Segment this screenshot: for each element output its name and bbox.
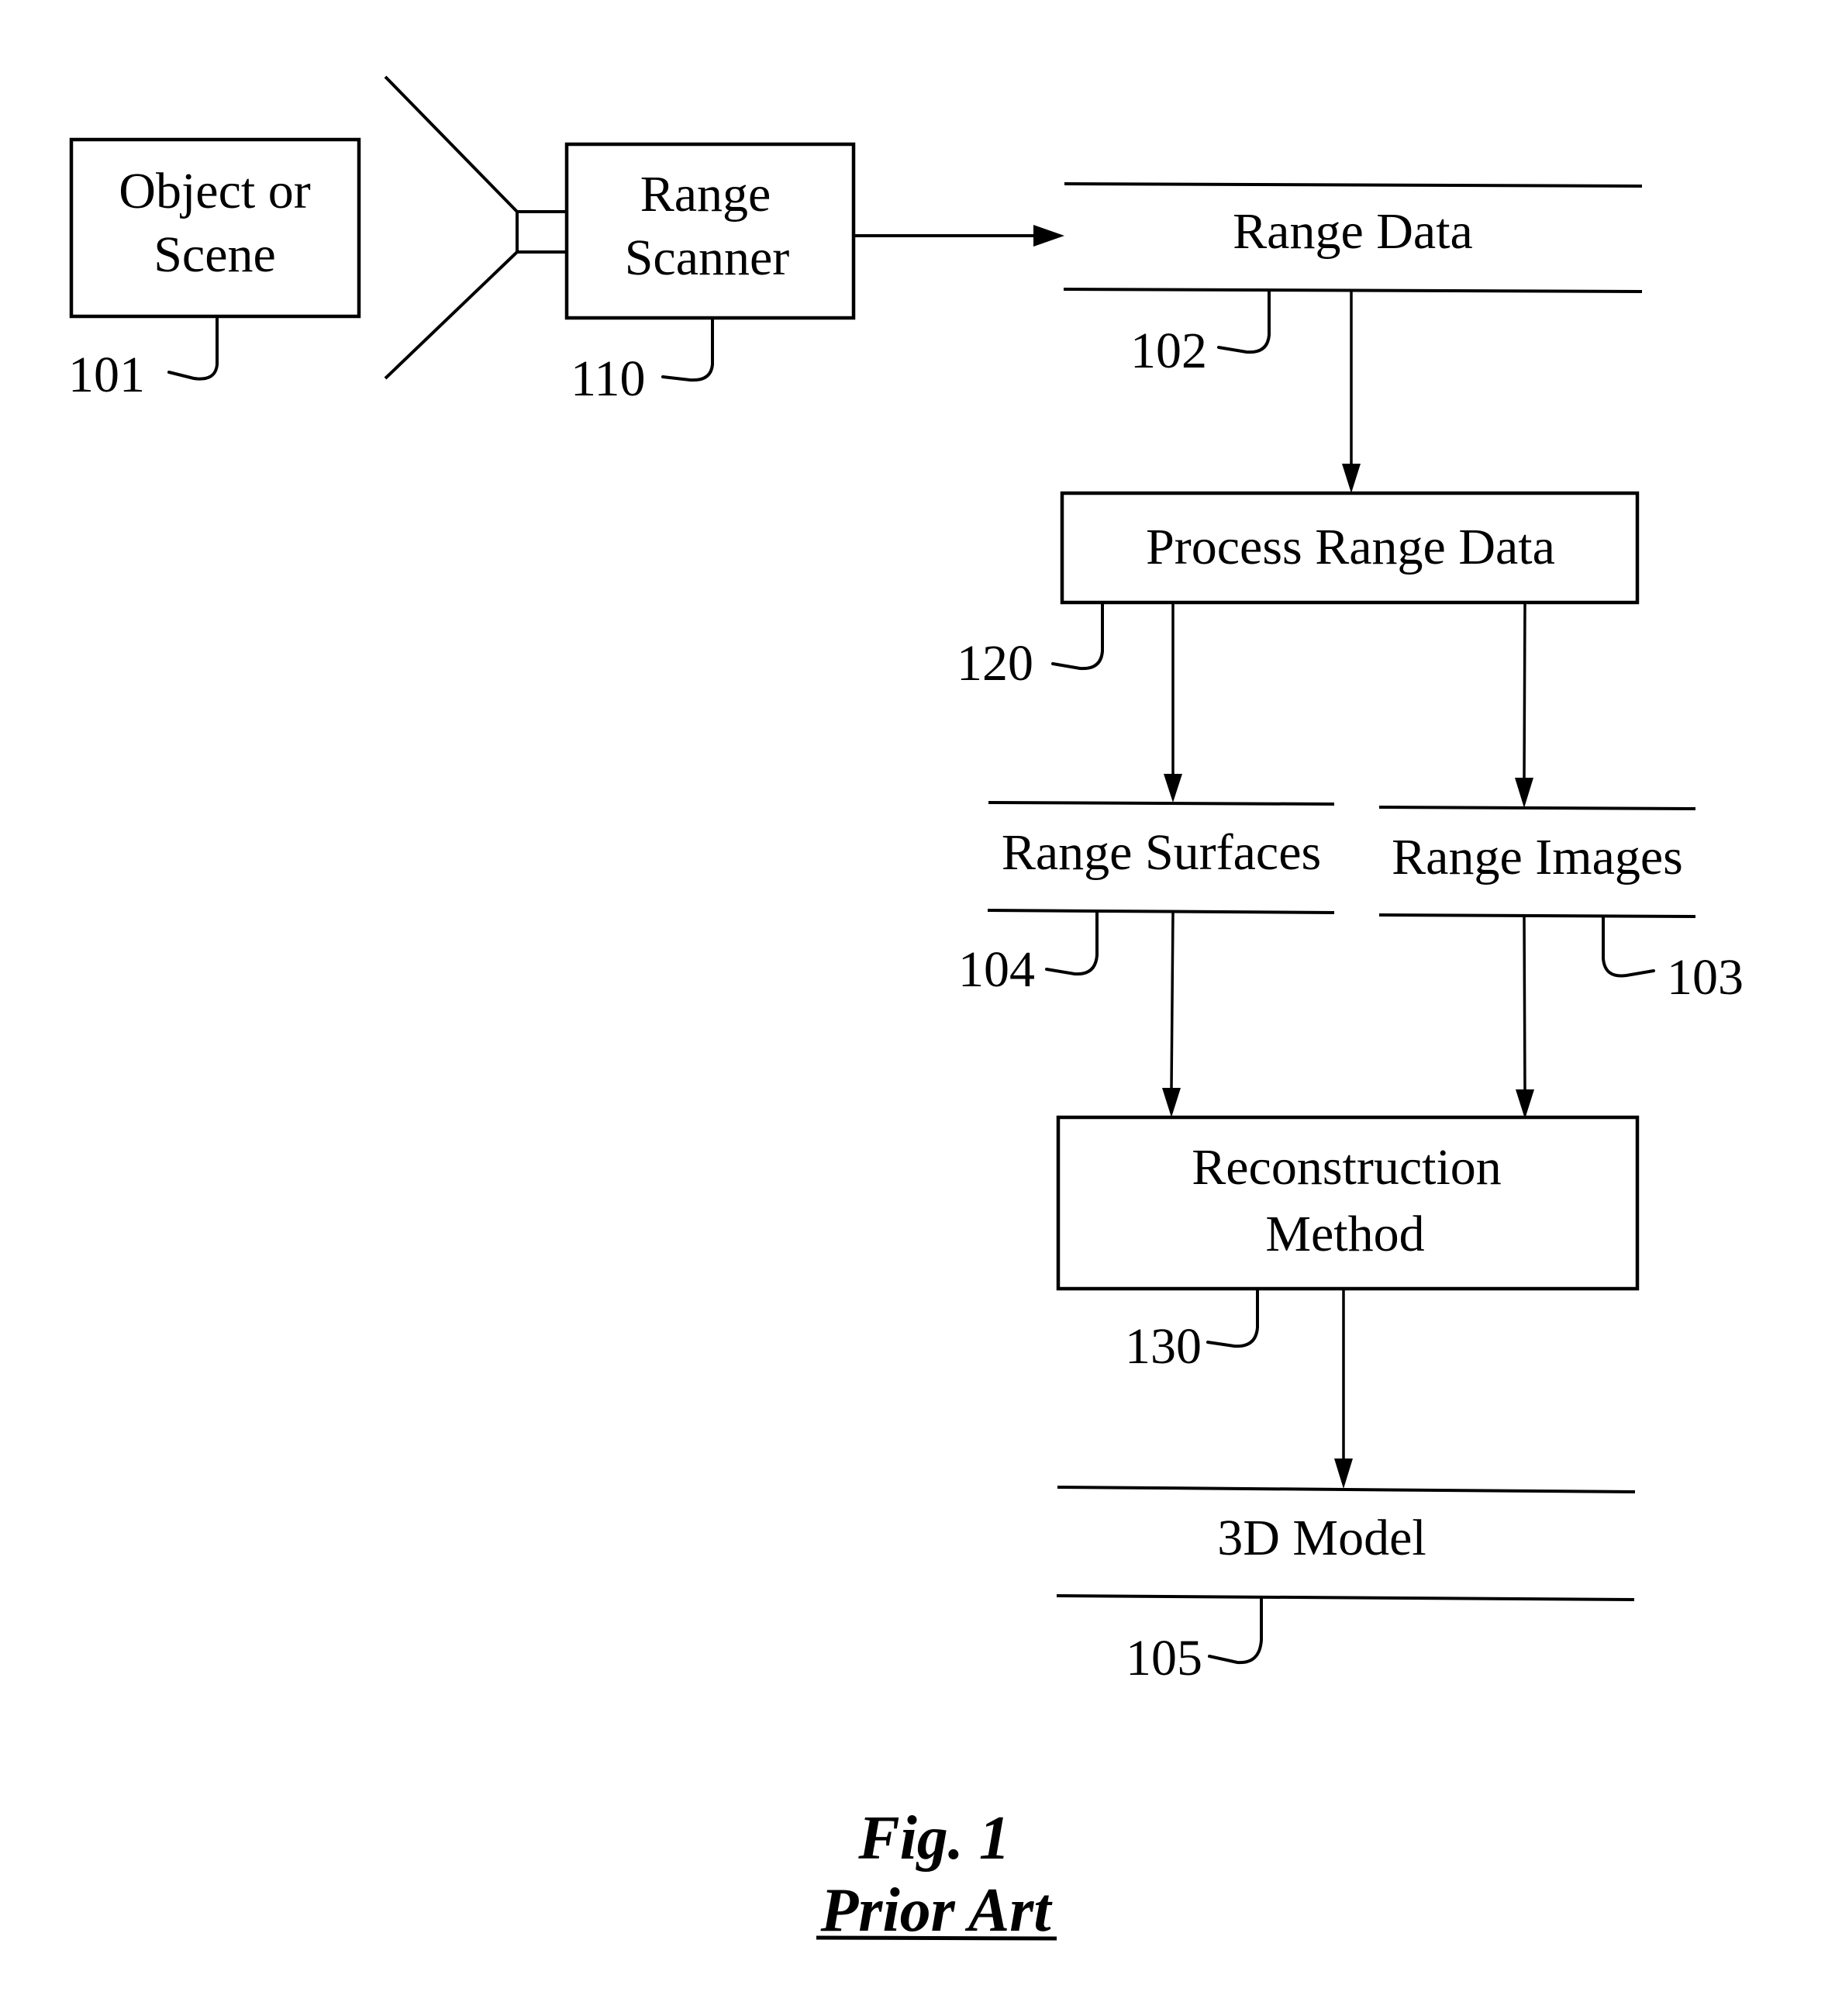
reconstruction-method-label-line2: Method	[1265, 1206, 1424, 1262]
range-scanner-label-line1: Range	[640, 166, 771, 223]
scanner-lens	[516, 210, 568, 254]
frustum-lower-line	[384, 250, 519, 380]
3d-model-node: 3D Model 105	[1056, 1486, 1636, 1686]
reconstruction-method-node: Reconstruction Method 130	[1056, 1115, 1640, 1375]
range-images-ref-number: 103	[1667, 949, 1744, 1006]
range-data-bottom-line	[1063, 288, 1643, 293]
3d-model-bottom-line	[1056, 1594, 1635, 1601]
figure-number: Fig. 1	[857, 1804, 1010, 1873]
figure-subtitle: Prior Art	[819, 1876, 1053, 1945]
range-scanner-node: Range Scanner 110	[564, 142, 856, 407]
range-data-ref-number: 102	[1130, 323, 1207, 379]
reconstruction-method-leader-line	[1206, 1288, 1259, 1348]
range-scanner-ref-number: 110	[571, 350, 646, 407]
figure-caption: Fig. 1 Prior Art	[816, 1804, 1057, 1945]
process-range-data-label: Process Range Data	[1146, 519, 1555, 575]
arrow-reconstruction-to-3d-model	[1334, 1289, 1353, 1489]
range-surfaces-top-line	[988, 801, 1335, 806]
range-surfaces-bottom-line	[987, 909, 1335, 914]
process-range-data-ref-number: 120	[957, 635, 1033, 692]
range-scanner-leader-line	[661, 317, 714, 382]
arrow-range-data-to-process	[1342, 292, 1361, 493]
range-surfaces-node: Range Surfaces 104	[958, 801, 1335, 998]
range-data-top-line	[1064, 182, 1643, 188]
object-scene-label-line1: Object or	[119, 163, 310, 219]
range-data-leader-line	[1217, 289, 1271, 354]
object-scene-node: Object or Scene 101	[68, 137, 361, 403]
process-range-data-node: Process Range Data 120	[957, 491, 1640, 692]
range-images-top-line	[1378, 806, 1696, 810]
frustum-upper-line	[384, 75, 519, 213]
3d-model-ref-number: 105	[1126, 1630, 1202, 1686]
range-surfaces-leader-line	[1045, 910, 1099, 976]
arrow-process-to-range-surfaces	[1164, 603, 1182, 803]
arrow-range-images-to-reconstruction	[1516, 916, 1534, 1119]
arrow-scanner-to-range-data	[854, 225, 1064, 247]
3d-model-label: 3D Model	[1217, 1510, 1426, 1566]
arrow-range-surfaces-to-reconstruction	[1162, 912, 1181, 1117]
range-images-bottom-line	[1378, 913, 1696, 918]
reconstruction-method-label-line1: Reconstruction	[1192, 1139, 1502, 1196]
reconstruction-method-ref-number: 130	[1125, 1318, 1202, 1375]
object-scene-label-line2: Scene	[154, 226, 276, 283]
range-scanner-label-line2: Scanner	[625, 230, 790, 286]
object-scene-ref-number: 101	[68, 347, 145, 403]
object-scene-leader-line	[167, 315, 219, 381]
arrow-process-to-range-images	[1515, 602, 1533, 808]
range-surfaces-label: Range Surfaces	[1002, 824, 1321, 881]
range-images-label: Range Images	[1392, 829, 1683, 885]
3d-model-top-line	[1057, 1486, 1636, 1493]
range-images-node: Range Images 103	[1378, 806, 1744, 1006]
figure-canvas: Object or Scene 101 Range Scanner 110 Ra…	[68, 75, 1744, 1945]
range-surfaces-ref-number: 104	[958, 941, 1035, 998]
3d-model-leader-line	[1208, 1597, 1263, 1665]
process-range-data-leader-line	[1051, 602, 1104, 671]
range-data-node: Range Data 102	[1063, 182, 1643, 379]
range-images-leader-line	[1602, 915, 1655, 978]
range-data-label: Range Data	[1233, 203, 1473, 260]
scanner-field-of-view	[384, 75, 568, 380]
